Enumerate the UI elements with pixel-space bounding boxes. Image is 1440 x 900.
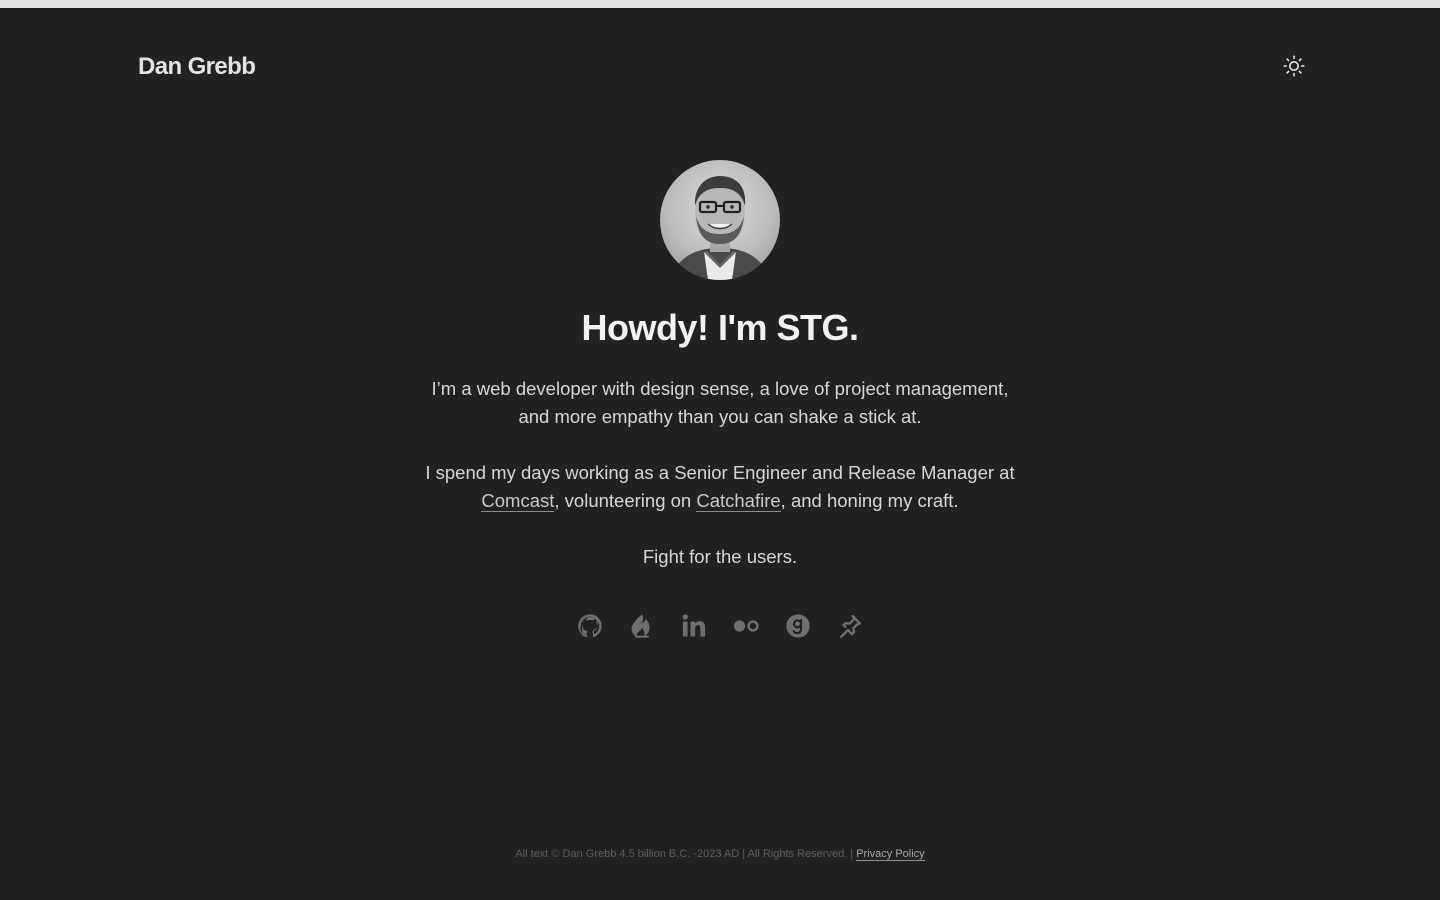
copyright-text: All text © Dan Grebb 4.5 billion B.C. -2… (515, 848, 857, 860)
profile-photo (670, 176, 770, 280)
avatar (660, 160, 780, 280)
page-headline: Howdy! I'm STG. (581, 307, 859, 348)
catchafire-social-link[interactable] (628, 612, 656, 640)
linkedin-link[interactable] (680, 612, 708, 640)
pin-link[interactable] (836, 612, 864, 640)
privacy-policy-link[interactable]: Privacy Policy (856, 848, 925, 861)
site-title-link[interactable]: Dan Grebb (138, 52, 256, 82)
motto-text: Fight for the users. (642, 546, 798, 567)
flickr-link[interactable] (732, 612, 760, 640)
footer: All text © Dan Grebb 4.5 billion B.C. -2… (320, 846, 1120, 862)
linkedin-icon (682, 614, 706, 637)
flickr-icon (733, 620, 759, 632)
github-link[interactable] (576, 612, 604, 640)
work-prefix: I spend my days working as a Senior Engi… (425, 462, 1015, 483)
github-icon (578, 614, 602, 638)
goodreads-icon (786, 614, 810, 638)
goodreads-link[interactable] (784, 612, 812, 640)
catchafire-icon (631, 614, 650, 638)
theme-toggle-button[interactable] (1282, 54, 1306, 78)
catchafire-link[interactable]: Catchafire (696, 490, 781, 512)
intro-text: I’m a web developer with design sense, a… (431, 378, 1009, 427)
comcast-link[interactable]: Comcast (481, 490, 555, 512)
pin-icon (840, 614, 862, 638)
sun-icon (1283, 55, 1305, 77)
social-links (576, 612, 866, 640)
work-middle: , volunteering on (554, 490, 697, 511)
work-suffix: , and honing my craft. (780, 490, 959, 511)
top-strip (0, 0, 1440, 8)
work-text: I spend my days working as a Senior Engi… (420, 459, 1020, 515)
